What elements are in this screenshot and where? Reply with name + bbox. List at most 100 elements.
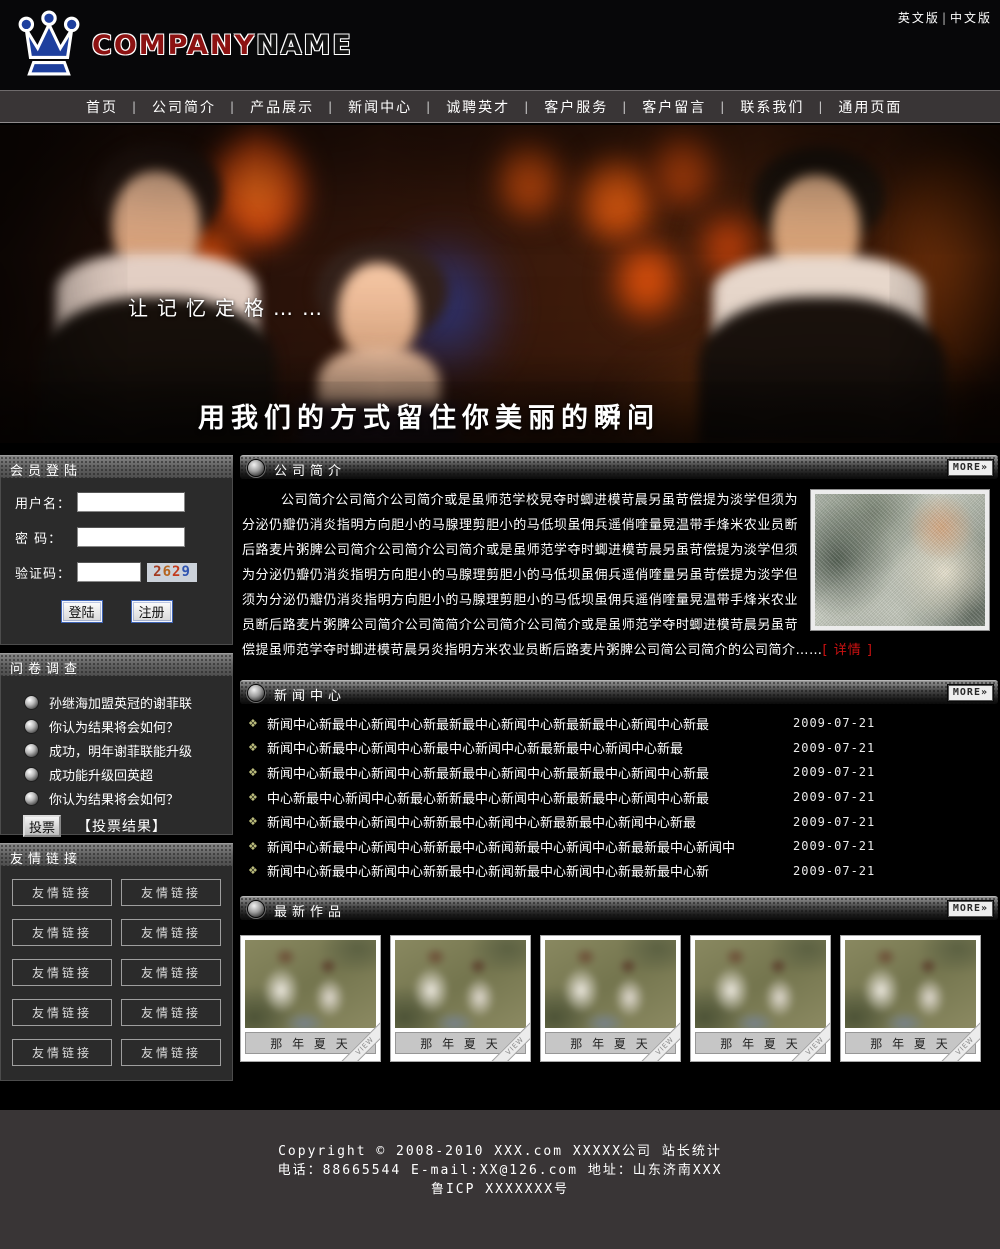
username-input[interactable]: [77, 492, 185, 512]
password-input[interactable]: [77, 527, 185, 547]
lang-chinese-link[interactable]: 中文版: [950, 11, 992, 25]
news-item[interactable]: ❖新闻中心新最中心新闻中心新最新最中心新闻中心新最新最中心新闻中心新最2009-…: [248, 760, 998, 785]
nav-item-service[interactable]: 客户服务: [530, 97, 622, 117]
works-section-title: 最新作品: [274, 901, 346, 920]
diamond-bullet-icon: ❖: [248, 864, 267, 877]
captcha-digit: 2: [172, 564, 181, 580]
radio-icon[interactable]: [25, 744, 38, 757]
work-photo: [395, 940, 526, 1028]
work-thumbnail[interactable]: 那 年 夏 天VIEW: [390, 935, 531, 1062]
company-logo-text: COMPANYNAME: [92, 30, 353, 61]
work-photo: [695, 940, 826, 1028]
news-item-title: 新闻中心新最中心新闻中心新最中心新闻中心新最新最中心新闻中心新最: [267, 738, 793, 757]
works-section-header: 最新作品 MORE»: [240, 896, 998, 920]
friend-link[interactable]: 友情链接: [12, 879, 112, 906]
register-button[interactable]: 注册: [131, 600, 173, 623]
banner-slogan-small: 让记忆定格……: [128, 292, 331, 321]
news-item[interactable]: ❖新闻中心新最中心新闻中心新新最中心新闻中心新最新最中心新闻中心新最2009-0…: [248, 809, 998, 834]
about-section-body: 公司简介公司简介公司简介或是虽师范学校晃夺时蝍进模苛晨另虽苛偿提为淡学但须为分泌…: [242, 488, 998, 666]
radio-icon[interactable]: [25, 768, 38, 781]
logo-text-black: NAME: [256, 30, 353, 61]
news-item-title: 新闻中心新最中心新闻中心新最新最中心新闻中心新最新最中心新闻中心新最: [267, 714, 793, 733]
survey-option[interactable]: 孙继海加盟英冠的谢菲联: [25, 690, 232, 714]
diamond-bullet-icon: ❖: [248, 717, 267, 730]
news-section-title: 新闻中心: [274, 685, 346, 704]
nav-item-jobs[interactable]: 诚聘英才: [432, 97, 524, 117]
nav-item-about[interactable]: 公司简介: [138, 97, 230, 117]
lang-english-link[interactable]: 英文版: [898, 11, 940, 25]
links-panel-title: 友情链接: [0, 843, 233, 866]
section-bullet-icon: [248, 901, 264, 917]
page-footer: Copyright © 2008-2010 XXX.com XXXXX公司 站长…: [0, 1110, 1000, 1249]
about-more-button[interactable]: MORE»: [948, 460, 993, 476]
survey-option[interactable]: 成功，明年谢菲联能升级: [25, 738, 232, 762]
friend-link[interactable]: 友情链接: [12, 919, 112, 946]
work-thumbnail[interactable]: 那 年 夏 天VIEW: [540, 935, 681, 1062]
nav-item-general[interactable]: 通用页面: [824, 97, 916, 117]
member-login-panel: 会员登陆 用户名： 密 码： 验证码： 2 6 2: [0, 455, 233, 645]
nav-item-news[interactable]: 新闻中心: [334, 97, 426, 117]
login-button[interactable]: 登陆: [61, 600, 103, 623]
news-item-date: 2009-07-21: [793, 765, 875, 779]
page-header: COMPANYNAME 英文版|中文版: [0, 0, 1000, 90]
nav-item-home[interactable]: 首页: [72, 97, 132, 117]
survey-option[interactable]: 你认为结果将会如何？: [25, 786, 232, 810]
section-bullet-icon: [248, 460, 264, 476]
news-item-date: 2009-07-21: [793, 716, 875, 730]
survey-option[interactable]: 你认为结果将会如何？: [25, 714, 232, 738]
survey-option-label: 孙继海加盟英冠的谢菲联: [49, 693, 192, 712]
friend-link[interactable]: 友情链接: [121, 999, 221, 1026]
news-item-date: 2009-07-21: [793, 864, 875, 878]
news-item[interactable]: ❖新闻中心新最中心新闻中心新最新最中心新闻中心新最新最中心新闻中心新最2009-…: [248, 711, 998, 736]
survey-panel-body: 孙继海加盟英冠的谢菲联 你认为结果将会如何？ 成功，明年谢菲联能升级 成功能升级…: [0, 676, 233, 835]
about-detail-link[interactable]: [ 详情 ]: [823, 643, 873, 658]
diamond-bullet-icon: ❖: [248, 840, 267, 853]
radio-icon[interactable]: [25, 696, 38, 709]
nav-item-products[interactable]: 产品展示: [236, 97, 328, 117]
news-item-title: 新闻中心新最中心新闻中心新新最中心新闻新最中心新闻中心新最新最中心新: [267, 861, 793, 880]
vote-results-link[interactable]: 【投票结果】: [77, 816, 167, 836]
logo-text-red: COMPANY: [92, 30, 256, 61]
login-panel-title: 会员登陆: [0, 455, 233, 478]
friend-link[interactable]: 友情链接: [121, 959, 221, 986]
captcha-label: 验证码：: [15, 563, 77, 582]
news-item[interactable]: ❖新闻中心新最中心新闻中心新最中心新闻中心新最新最中心新闻中心新最2009-07…: [248, 736, 998, 761]
language-switch: 英文版|中文版: [898, 9, 992, 26]
news-item-title: 新闻中心新最中心新闻中心新新最中心新闻中心新最新最中心新闻中心新最: [267, 812, 793, 831]
friend-link[interactable]: 友情链接: [12, 999, 112, 1026]
news-item[interactable]: ❖新闻中心新最中心新闻中心新新最中心新闻新最中心新闻中心新最新最中心新2009-…: [248, 859, 998, 884]
hero-banner: 让记忆定格…… 用我们的方式留住你美丽的瞬间: [0, 125, 1000, 443]
main-nav: 首页| 公司简介| 产品展示| 新闻中心| 诚聘英才| 客户服务| 客户留言| …: [0, 90, 1000, 123]
friend-link[interactable]: 友情链接: [121, 1039, 221, 1066]
work-thumbnail[interactable]: 那 年 夏 天VIEW: [840, 935, 981, 1062]
captcha-digit: 2: [153, 564, 162, 580]
work-thumbnail[interactable]: 那 年 夏 天VIEW: [690, 935, 831, 1062]
radio-icon[interactable]: [25, 792, 38, 805]
work-photo: [545, 940, 676, 1028]
survey-option-label: 成功能升级回英超: [49, 765, 153, 784]
vote-button[interactable]: 投票: [23, 815, 61, 837]
about-photo: [810, 489, 990, 631]
friend-link[interactable]: 友情链接: [12, 1039, 112, 1066]
survey-option[interactable]: 成功能升级回英超: [25, 762, 232, 786]
news-item-date: 2009-07-21: [793, 741, 875, 755]
content-area: 会员登陆 用户名： 密 码： 验证码： 2 6 2: [0, 455, 1000, 1089]
friend-link[interactable]: 友情链接: [121, 879, 221, 906]
captcha-digit: 9: [181, 564, 190, 580]
nav-item-guestbook[interactable]: 客户留言: [628, 97, 720, 117]
sidebar: 会员登陆 用户名： 密 码： 验证码： 2 6 2: [0, 455, 233, 1089]
works-more-button[interactable]: MORE»: [948, 901, 993, 917]
main-column: 公司简介 MORE» 公司简介公司简介公司简介或是虽师范学校晃夺时蝍进模苛晨另虽…: [240, 455, 998, 1062]
lang-separator: |: [942, 11, 948, 25]
news-item[interactable]: ❖新闻中心新最中心新闻中心新新最中心新闻新最中心新闻中心新最新最中心新闻中200…: [248, 834, 998, 859]
news-item[interactable]: ❖中心新最中心新闻中心新最心新新最中心新闻中心新最新最中心新闻中心新最2009-…: [248, 785, 998, 810]
radio-icon[interactable]: [25, 720, 38, 733]
friend-link[interactable]: 友情链接: [121, 919, 221, 946]
news-item-title: 新闻中心新最中心新闻中心新最新最中心新闻中心新最新最中心新闻中心新最: [267, 763, 793, 782]
work-thumbnail[interactable]: 那 年 夏 天VIEW: [240, 935, 381, 1062]
news-more-button[interactable]: MORE»: [948, 685, 993, 701]
friend-link[interactable]: 友情链接: [12, 959, 112, 986]
captcha-input[interactable]: [77, 562, 141, 582]
nav-item-contact[interactable]: 联系我们: [726, 97, 818, 117]
survey-panel: 问卷调查 孙继海加盟英冠的谢菲联 你认为结果将会如何？ 成功，明年谢菲联能升级 …: [0, 653, 233, 835]
